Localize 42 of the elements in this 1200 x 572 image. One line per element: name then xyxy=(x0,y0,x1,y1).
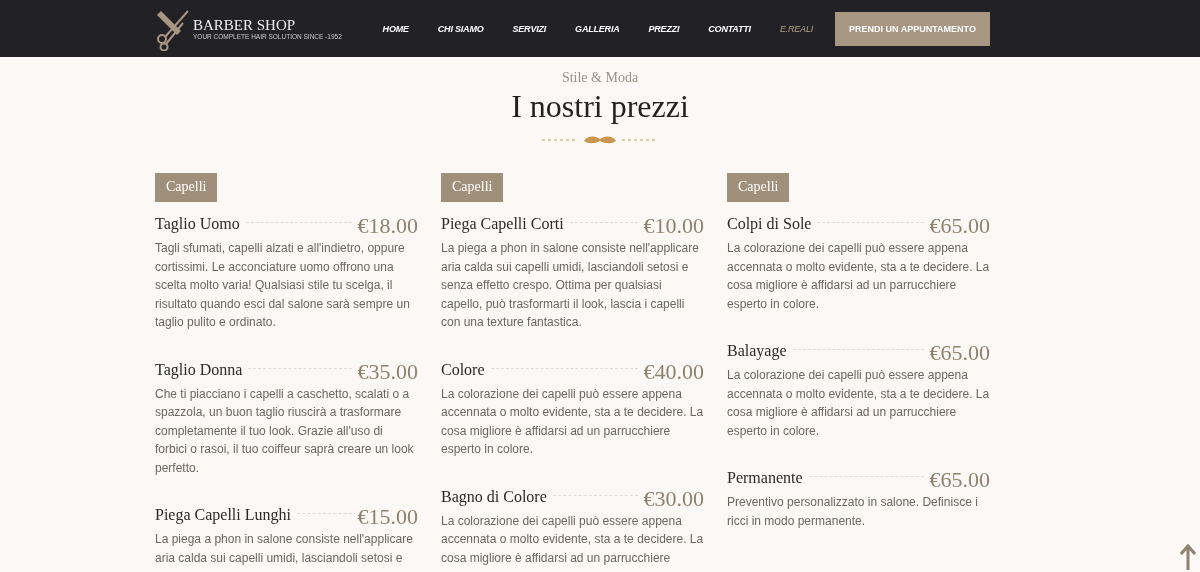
service-price: €40.00 xyxy=(643,358,704,385)
nav-link[interactable]: HOME xyxy=(382,23,409,34)
category-tag: Capelli xyxy=(441,173,504,202)
nav-link[interactable]: PREZZI xyxy=(648,23,680,34)
service-price: €65.00 xyxy=(929,467,990,493)
category-tag: Capelli xyxy=(155,173,218,202)
service-description: Preventivo personalizzato in salone. Definisce i ricci in modo permanente. xyxy=(727,494,979,530)
service-description: La piega a phon in salone consiste nell'applicare aria calda sui capelli umidi, lasciandoli setosi e xyxy=(155,531,414,567)
service-price: €10.00 xyxy=(643,213,704,239)
service-description: La piega a phon in salone consiste nell'applicare aria calda sui capelli umidi, lasciandoli setosi e senza effetto crespo. Ottima per qualsiasi capello, può trasformarti il look, lascia i capelli con una texture fantastica. xyxy=(441,240,700,331)
nav-link[interactable]: E.REALI xyxy=(779,23,813,34)
service-price: €65.00 xyxy=(929,213,990,239)
section-title: I nostri prezzi xyxy=(511,88,689,125)
service-name: Balayage xyxy=(727,342,787,362)
service-price: €30.00 xyxy=(643,485,704,512)
service-description: La colorazione dei capelli può essere appena accennata o molto evidente, sta a te decidere. La cosa migliore è affidarsi ad un parrucchiere esperto in colore. xyxy=(727,240,990,313)
service-name: Bagno di Colore xyxy=(441,487,547,508)
mustache-divider-icon xyxy=(542,135,658,145)
service-description: La colorazione dei capelli può essere appena accennata o molto evidente, sta a te decidere. La cosa migliore è affidarsi ad un parrucchiere esperto in colore. xyxy=(727,367,990,440)
service-name: Colpi di Sole xyxy=(727,215,812,235)
service-description: Tagli sfumati, capelli alzati e all'indietro, oppure cortissimi. Le acconciature uomo offrono una scelta molto varia! Qualsiasi stile tu scelga, il risultato quando esci dal salone sarà sempre un taglio pulito e ordinato. xyxy=(155,240,411,331)
nav-link[interactable]: CHI SIAMO xyxy=(437,23,484,34)
logo-title: BARBER SHOP xyxy=(193,16,297,33)
service-name: Piega Capelli Corti xyxy=(441,215,564,235)
service-name: Piega Capelli Lunghi xyxy=(155,506,291,526)
service-description: La colorazione dei capelli può essere appena accennata o molto evidente, sta a te decidere. La cosa migliore è affidarsi ad un parrucchiere xyxy=(441,512,704,567)
nav-link[interactable]: CONTATTI xyxy=(708,23,751,34)
service-price: €18.00 xyxy=(357,213,418,239)
nav-link[interactable]: GALLERIA xyxy=(575,23,620,34)
service-price: €35.00 xyxy=(357,358,418,385)
service-price: €65.00 xyxy=(929,340,990,366)
service-price: €15.00 xyxy=(357,504,418,530)
service-name: Permanente xyxy=(727,469,803,488)
scroll-top-arrow-icon[interactable] xyxy=(1180,544,1196,570)
service-description: La colorazione dei capelli può essere appena accennata o molto evidente, sta a te decidere. La cosa migliore è affidarsi ad un parrucchiere esperto in colore. xyxy=(441,385,704,458)
category-tag: Capelli xyxy=(727,173,790,202)
service-name: Colore xyxy=(441,360,485,380)
section-subtitle: Stile & Moda xyxy=(561,70,639,86)
service-description: Che ti piacciano i capelli a caschetto, scalati o a spazzola, un buon taglio riuscirà a trasformare completamente il tuo look. Grazie all'uso di forbici o rasoi, il tuo coiffeur saprà creare un look perfetto. xyxy=(155,385,415,477)
nav-link[interactable]: SERVIZI xyxy=(512,23,547,34)
service-name: Taglio Donna xyxy=(155,360,243,381)
service-name: Taglio Uomo xyxy=(155,215,240,235)
